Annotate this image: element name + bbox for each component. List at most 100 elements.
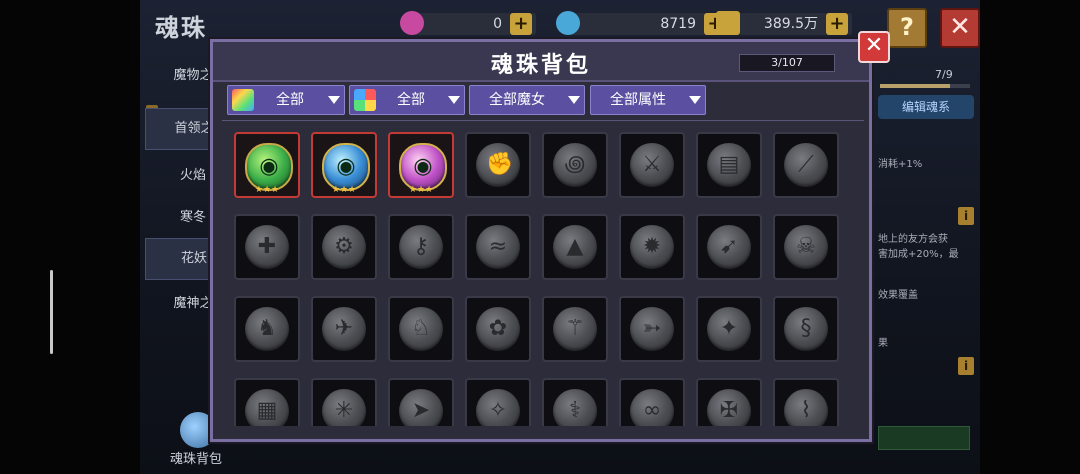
staff-rune-icon: ⚕ [553, 389, 597, 426]
blade-rune-icon: ⚔ [630, 143, 674, 187]
soul-orb-slot-owned[interactable]: ◉ ★★★ [311, 132, 377, 198]
wave-rune-icon: ≈ [476, 225, 520, 269]
orb-symbol: § [800, 316, 812, 341]
status-bar [878, 426, 970, 450]
maze-rune-icon: ▦ [245, 389, 289, 426]
soul-orb-slot-locked[interactable]: ∞ [619, 378, 685, 426]
fist-rune-icon: ✊ [476, 143, 520, 187]
orb-symbol: ⚙ [334, 234, 354, 259]
effect-text: 地上的友方会获 [878, 234, 948, 245]
help-button[interactable]: ? [887, 8, 927, 48]
orb-symbol: ✳ [334, 398, 354, 423]
soul-orb-slot-locked[interactable]: ⌇ [773, 378, 839, 426]
drill-rune-icon: ➹ [707, 225, 751, 269]
soul-orb-slot-locked[interactable]: ✳ [311, 378, 377, 426]
chevron-down-icon [568, 96, 580, 104]
resource-diamond-value: 8719 [660, 16, 696, 32]
soul-orb-slot-locked[interactable]: ➤ [388, 378, 454, 426]
soul-orb-slot-owned[interactable]: ◉ ★★★ [234, 132, 300, 198]
filter-attribute[interactable]: 全部属性 [590, 85, 706, 115]
soul-orb-slot-locked[interactable]: ♞ [234, 296, 300, 362]
soul-orb-slot-locked[interactable]: ꩜ [542, 132, 608, 198]
orb-symbol: ➹ [719, 234, 739, 259]
add-gem-button[interactable]: + [510, 13, 532, 35]
orb-symbol: ◉ [413, 154, 433, 179]
add-gold-button[interactable]: + [826, 13, 848, 35]
soul-orb-grid: ◉ ★★★ ◉ ★★★ ◉ ★★★ ✊ ꩜ ⚔ ▤ ⟋ ✚ ⚙ ⚷ ≈ ▲ ✹ ➹ ☠ ♞ ✈ ♘ ✿ ⚚ ➳ ✦ § ▦ ✳ ➤ ✧ ⚕ ∞ ✠… [222, 124, 854, 426]
modal-close-button[interactable]: ✕ [858, 31, 890, 63]
pink-gem-icon [400, 11, 424, 35]
fish-rune-icon: ➤ [399, 389, 443, 426]
hat-rune-icon: ▲ [553, 225, 597, 269]
soul-orb-slot-locked[interactable]: ≈ [465, 214, 531, 280]
soul-orb-slot-locked[interactable]: ☠ [773, 214, 839, 280]
filter-witch-label: 全部魔女 [489, 92, 545, 108]
soul-orb-slot-locked[interactable]: ⟋ [773, 132, 839, 198]
soul-orb-slot-locked[interactable]: ✧ [465, 378, 531, 426]
soul-orb-slot-locked[interactable]: ♘ [388, 296, 454, 362]
resource-gold: 389.5万 + [716, 11, 852, 35]
chevron-down-icon [689, 96, 701, 104]
chevron-down-icon [448, 96, 460, 104]
soul-orb-slot-locked[interactable]: ⚚ [542, 296, 608, 362]
orb-symbol: ▦ [256, 398, 278, 423]
soul-orb-slot-locked[interactable]: ✠ [696, 378, 762, 426]
info-icon[interactable]: i [958, 207, 974, 225]
soul-orb-slot-locked[interactable]: ✊ [465, 132, 531, 198]
filter-witch[interactable]: 全部魔女 [469, 85, 585, 115]
orb-symbol: ▤ [718, 152, 740, 177]
resource-gem: 0 + [400, 11, 536, 35]
wand-rune-icon: ⚚ [553, 307, 597, 351]
soul-orb-slot-owned[interactable]: ◉ ★★★ [388, 132, 454, 198]
orb-symbol: ✿ [488, 316, 508, 341]
orb-symbol: ≈ [488, 234, 508, 259]
resource-diamond: 8719 + [556, 11, 730, 35]
resource-gem-value: 0 [493, 16, 502, 32]
book-rune-icon: ▤ [707, 143, 751, 187]
soul-orb-slot-locked[interactable]: ➳ [619, 296, 685, 362]
right-edge [980, 0, 1080, 474]
orb-symbol: ⚚ [565, 316, 585, 341]
spider-rune-icon: ✳ [322, 389, 366, 426]
wing-rune-icon: ✈ [322, 307, 366, 351]
soul-orb-slot-locked[interactable]: ✦ [696, 296, 762, 362]
soul-orb-slot-locked[interactable]: ⚕ [542, 378, 608, 426]
orb-symbol: ♞ [257, 316, 277, 341]
filter-color-label: 全部 [397, 92, 425, 108]
soul-orb-slot-locked[interactable]: ✈ [311, 296, 377, 362]
orb-symbol: ⚷ [412, 234, 430, 259]
swirl-rune-icon: ꩜ [553, 143, 597, 187]
soul-orb-slot-locked[interactable]: ➹ [696, 214, 762, 280]
orb-symbol: ☠ [796, 234, 816, 259]
orb-symbol: ♘ [411, 316, 431, 341]
modal-header: 魂珠背包 3/107 [213, 42, 869, 82]
soul-orb-slot-locked[interactable]: ▲ [542, 214, 608, 280]
filter-category[interactable]: 全部 [227, 85, 345, 115]
info-icon[interactable]: i [958, 357, 974, 375]
soul-orb-slot-locked[interactable]: ✹ [619, 214, 685, 280]
soul-orb-slot-locked[interactable]: ✿ [465, 296, 531, 362]
hook-rune-icon: ⌇ [784, 389, 828, 426]
star-rating: ★★★ [254, 185, 280, 195]
soul-orb-slot-locked[interactable]: ▦ [234, 378, 300, 426]
soul-orb-slot-locked[interactable]: ✚ [234, 214, 300, 280]
orb-symbol: ✠ [719, 398, 739, 423]
soul-orb-slot-locked[interactable]: ⚷ [388, 214, 454, 280]
flower-rune-icon: ✿ [476, 307, 520, 351]
crab-rune-icon: ✹ [630, 225, 674, 269]
orb-symbol: ✊ [486, 152, 514, 177]
twist-rune-icon: ∞ [630, 389, 674, 426]
gesture-handle[interactable] [50, 270, 53, 354]
close-page-button[interactable]: ✕ [940, 8, 980, 48]
orb-symbol: ⟋ [798, 152, 814, 177]
soul-orb-slot-locked[interactable]: ▤ [696, 132, 762, 198]
filter-color[interactable]: 全部 [349, 85, 465, 115]
edit-soul-button[interactable]: 编辑魂系 [878, 95, 974, 119]
soul-orb-slot-locked[interactable]: ⚔ [619, 132, 685, 198]
orb-symbol: ⌇ [800, 398, 812, 423]
soul-orb-slot-locked[interactable]: § [773, 296, 839, 362]
soul-orb-slot-locked[interactable]: ⚙ [311, 214, 377, 280]
system-edge [0, 0, 140, 474]
capacity-count: 3/107 [739, 54, 835, 72]
orb-symbol: ➤ [411, 398, 431, 423]
